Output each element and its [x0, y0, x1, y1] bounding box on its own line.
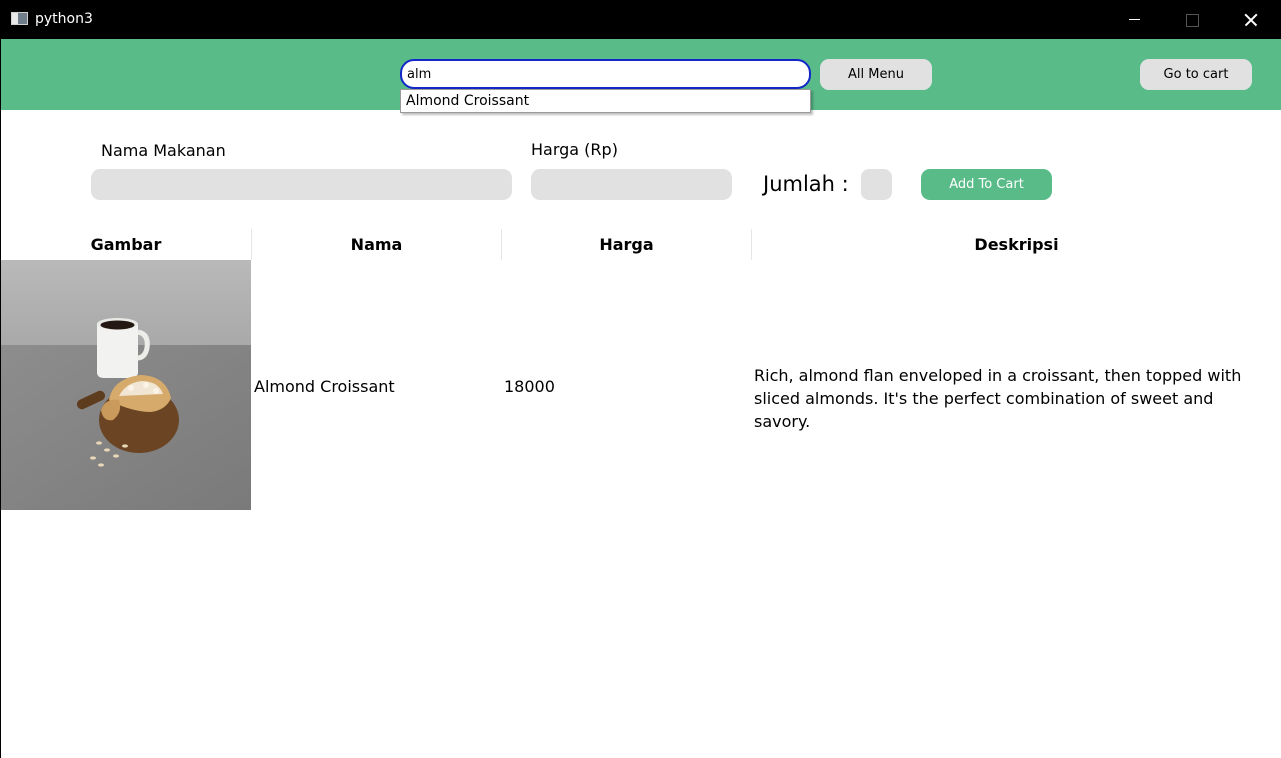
- maximize-icon[interactable]: [1163, 0, 1221, 39]
- all-menu-button[interactable]: All Menu: [820, 59, 932, 90]
- column-header-harga[interactable]: Harga: [501, 229, 751, 260]
- search-input[interactable]: [400, 59, 811, 89]
- cell-deskripsi[interactable]: Rich, almond flan enveloped in a croissa…: [754, 364, 1274, 433]
- autocomplete-popup: Almond Croissant: [400, 89, 811, 113]
- window-title: python3: [35, 11, 93, 27]
- minimize-icon[interactable]: [1105, 0, 1163, 39]
- cell-nama[interactable]: Almond Croissant: [254, 377, 395, 396]
- cell-harga[interactable]: 18000: [504, 377, 555, 396]
- jumlah-label: Jumlah :: [763, 172, 849, 196]
- almond-croissant-photo[interactable]: [1, 260, 251, 510]
- add-to-cart-button[interactable]: Add To Cart: [921, 169, 1052, 200]
- jumlah-field[interactable]: [861, 169, 892, 200]
- column-header-gambar[interactable]: Gambar: [1, 229, 251, 260]
- go-to-cart-button[interactable]: Go to cart: [1140, 59, 1252, 90]
- autocomplete-item[interactable]: Almond Croissant: [406, 93, 529, 109]
- column-header-nama[interactable]: Nama: [251, 229, 501, 260]
- app-window-icon: [11, 12, 28, 25]
- harga-field[interactable]: [531, 169, 732, 200]
- nama-makanan-label: Nama Makanan: [101, 141, 226, 160]
- nama-makanan-field[interactable]: [91, 169, 512, 200]
- title-bar: python3: [0, 0, 1281, 39]
- harga-label: Harga (Rp): [531, 140, 618, 159]
- column-header-deskripsi[interactable]: Deskripsi: [751, 229, 1281, 260]
- close-icon[interactable]: [1221, 0, 1279, 39]
